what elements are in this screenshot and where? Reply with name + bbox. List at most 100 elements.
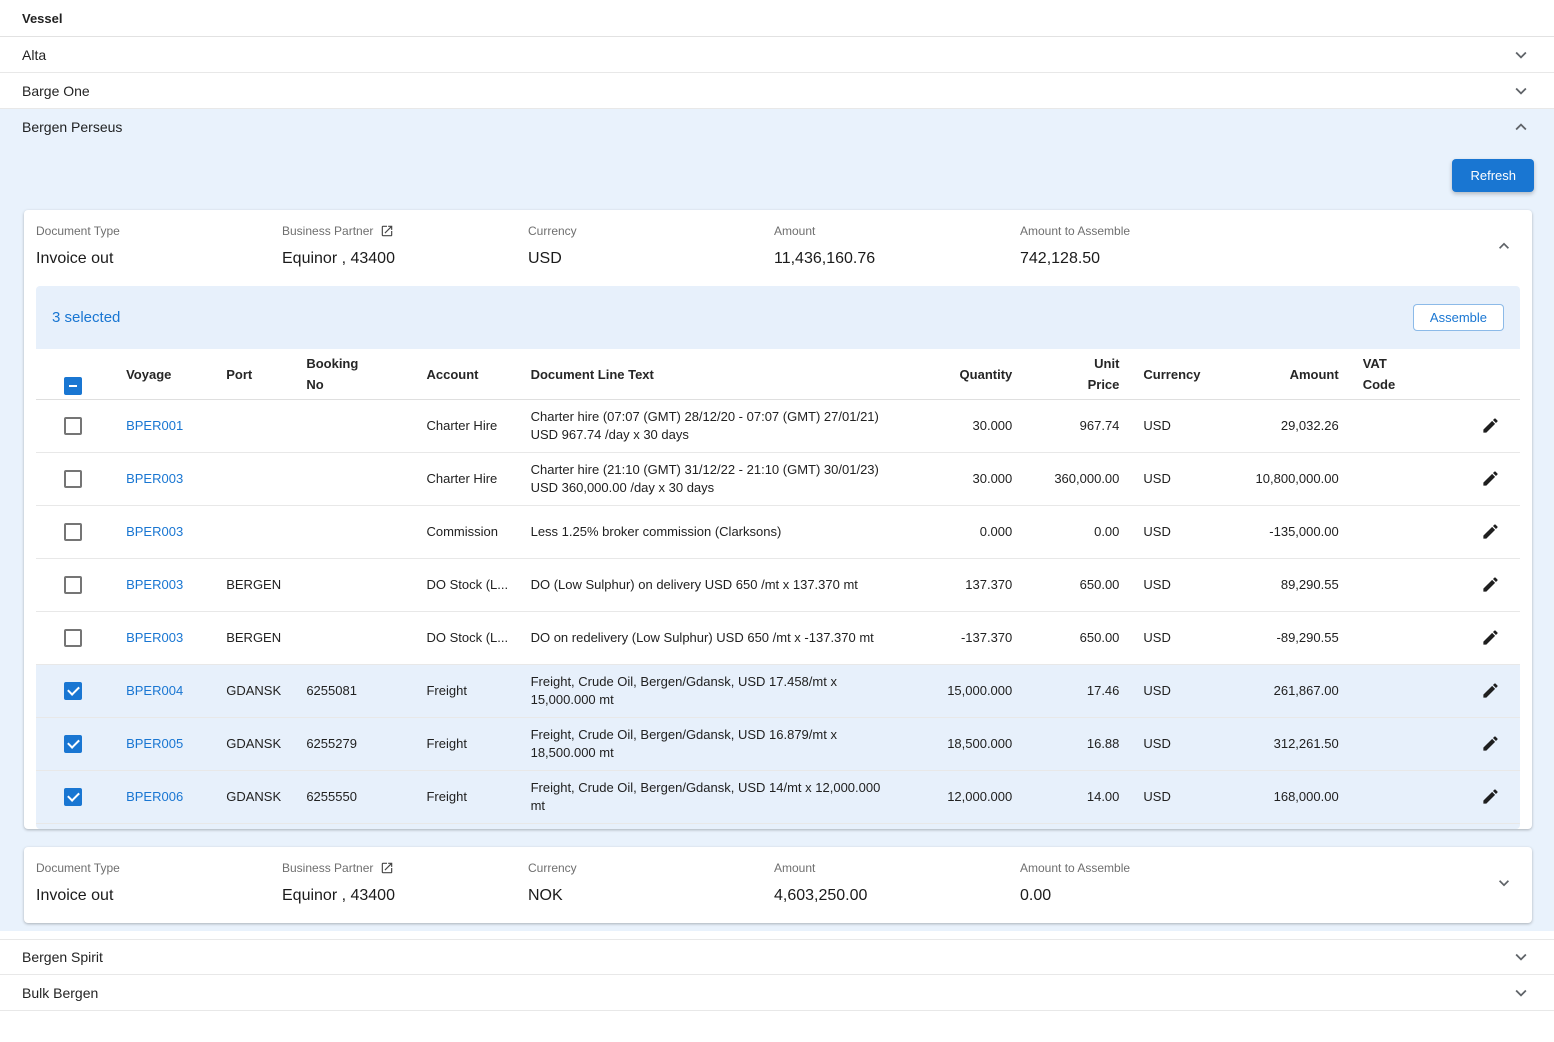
amount-cell: 168,000.00 [1228,771,1347,824]
accordion-barge-one[interactable]: Barge One [0,73,1554,109]
edit-button[interactable] [1477,783,1504,810]
unit-price-cell: 360,000.00 [1020,453,1127,506]
row-checkbox[interactable] [64,523,82,541]
refresh-button[interactable]: Refresh [1452,159,1534,192]
accordion-bergen-perseus[interactable]: Bergen Perseus [0,109,1554,145]
voyage-link[interactable]: BPER003 [126,471,183,486]
voyage-link[interactable]: BPER003 [126,630,183,645]
vat-code-cell [1347,612,1459,665]
account-cell: Commission [410,506,514,559]
edit-icon [1481,628,1500,647]
field-amount: Amount 11,436,160.76 [774,224,1020,268]
accordion-bergen-spirit[interactable]: Bergen Spirit [0,939,1554,975]
voyage-cell: BPER003 [110,506,210,559]
chevron-up-icon [1494,236,1514,256]
voyage-cell: BPER006 [110,771,210,824]
row-checkbox[interactable] [64,735,82,753]
row-checkbox-cell [36,718,110,771]
external-link-icon[interactable] [380,224,394,238]
port-cell: GDANSK [210,665,290,718]
quantity-cell: 137.370 [903,559,1020,612]
field-value: NOK [528,887,764,905]
voyage-link[interactable]: BPER004 [126,683,183,698]
booking-no-cell [290,506,410,559]
voyage-link[interactable]: BPER005 [126,736,183,751]
row-checkbox[interactable] [64,470,82,488]
table-row: BPER005 GDANSK 6255279 Freight Freight, … [36,718,1520,771]
unit-price-cell: 967.74 [1020,400,1127,453]
chevron-down-icon [1510,44,1532,66]
accordion-label: Bulk Bergen [22,985,98,1001]
voyage-link[interactable]: BPER006 [126,789,183,804]
edit-button[interactable] [1477,518,1504,545]
unit-price-cell: 650.00 [1020,612,1127,665]
unit-price-cell: 0.00 [1020,506,1127,559]
vessel-header: Vessel [0,0,1554,37]
account-cell: Freight [410,718,514,771]
selection-toolbar: 3 selected Assemble [36,286,1520,349]
edit-icon [1481,734,1500,753]
accordion-alta[interactable]: Alta [0,37,1554,73]
field-amount: Amount 4,603,250.00 [774,861,1020,905]
select-all-checkbox[interactable] [64,377,82,395]
currency-cell: USD [1127,718,1227,771]
invoice-card-nok-head: Document Type Invoice out Business Partn… [24,847,1532,923]
header-document-line-text: Document Line Text [515,349,904,400]
voyage-link[interactable]: BPER001 [126,418,183,433]
collapse-card-button[interactable] [1490,232,1518,260]
row-checkbox-cell [36,665,110,718]
voyage-cell: BPER003 [110,559,210,612]
expand-card-button[interactable] [1490,869,1518,897]
port-cell: BERGEN [210,559,290,612]
table-row: BPER001 Charter Hire Charter hire (07:07… [36,400,1520,453]
edit-button[interactable] [1477,571,1504,598]
row-checkbox[interactable] [64,576,82,594]
edit-button[interactable] [1477,465,1504,492]
edit-cell [1459,559,1520,612]
header-vat-code: VAT Code [1347,349,1459,400]
edit-button[interactable] [1477,730,1504,757]
assemble-button[interactable]: Assemble [1413,304,1504,331]
field-label: Amount [774,861,1010,875]
document-line-text-cell: Freight, Crude Oil, Bergen/Gdansk, USD 1… [515,771,904,824]
field-label: Document Type [36,861,272,875]
invoice-card-nok: Document Type Invoice out Business Partn… [24,847,1532,923]
voyage-link[interactable]: BPER003 [126,524,183,539]
edit-button[interactable] [1477,677,1504,704]
vat-code-cell [1347,559,1459,612]
row-checkbox[interactable] [64,417,82,435]
unit-price-cell: 17.46 [1020,665,1127,718]
row-checkbox[interactable] [64,788,82,806]
edit-button[interactable] [1477,624,1504,651]
row-checkbox[interactable] [64,682,82,700]
unit-price-cell: 16.88 [1020,718,1127,771]
edit-cell [1459,612,1520,665]
amount-cell: 261,867.00 [1228,665,1347,718]
voyage-link[interactable]: BPER003 [126,577,183,592]
field-value: Invoice out [36,250,272,268]
accordion-label: Bergen Spirit [22,949,103,965]
header-booking-no: Booking No [290,349,410,400]
edit-cell [1459,665,1520,718]
vat-code-cell [1347,718,1459,771]
account-cell: DO Stock (L... [410,612,514,665]
accordion-bulk-bergen[interactable]: Bulk Bergen [0,975,1554,1011]
external-link-icon[interactable] [380,861,394,875]
field-label: Currency [528,224,764,238]
table-row: BPER004 GDANSK 6255081 Freight Freight, … [36,665,1520,718]
edit-button[interactable] [1477,412,1504,439]
field-business-partner: Business Partner Equinor , 43400 [282,861,528,905]
amount-cell: 29,032.26 [1228,400,1347,453]
edit-cell [1459,718,1520,771]
table-row: BPER003 Charter Hire Charter hire (21:10… [36,453,1520,506]
quantity-cell: 0.000 [903,506,1020,559]
row-checkbox[interactable] [64,629,82,647]
field-label: Amount to Assemble [1020,224,1480,238]
field-label: Currency [528,861,764,875]
invoice-card-usd: Document Type Invoice out Business Partn… [24,210,1532,829]
selected-count: 3 selected [52,309,120,326]
chevron-down-icon [1494,873,1514,893]
quantity-cell: -137.370 [903,612,1020,665]
invoice-card-usd-head: Document Type Invoice out Business Partn… [24,210,1532,286]
header-account: Account [410,349,514,400]
